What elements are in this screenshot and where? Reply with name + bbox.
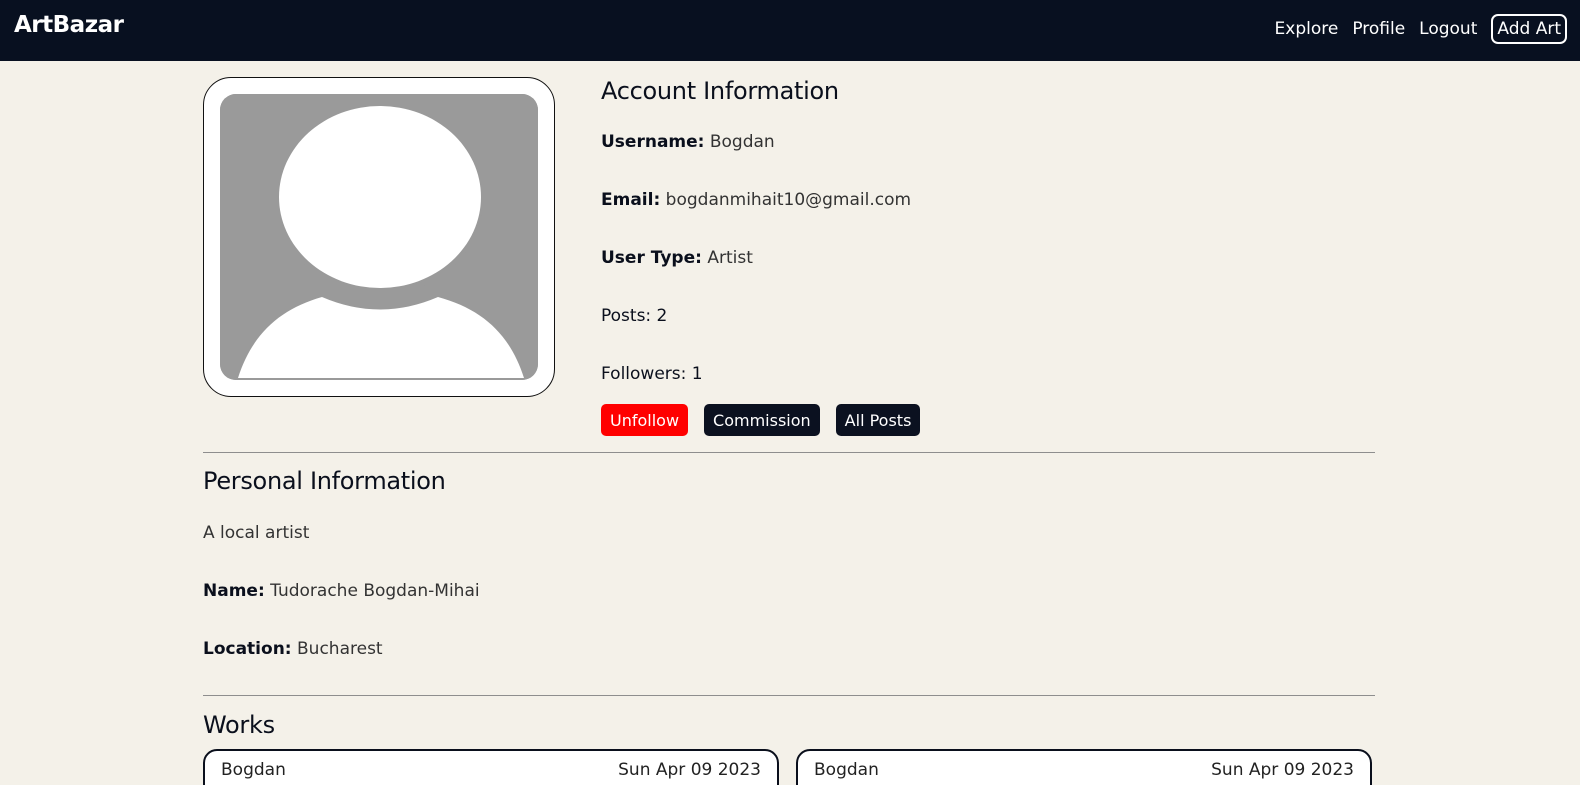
location-value: Bucharest: [297, 639, 383, 659]
nav-links: Explore Profile Logout Add Art: [1275, 14, 1567, 44]
profile-actions: Unfollow Commission All Posts: [601, 404, 936, 436]
avatar-frame: [203, 77, 555, 397]
user-type-label: User Type:: [601, 248, 702, 268]
avatar: [220, 94, 538, 380]
nav-profile-link[interactable]: Profile: [1352, 19, 1405, 39]
name-label: Name:: [203, 581, 265, 601]
personal-title: Personal Information: [203, 467, 446, 495]
navbar: ArtBazar Explore Profile Logout Add Art: [0, 0, 1580, 61]
divider: [203, 695, 1375, 696]
email-row: Email: bogdanmihait10@gmail.com: [601, 190, 911, 210]
nav-logout-link[interactable]: Logout: [1419, 19, 1477, 39]
all-posts-button[interactable]: All Posts: [835, 404, 921, 436]
work-author[interactable]: Bogdan: [221, 760, 286, 780]
bio-text: A local artist: [203, 523, 310, 543]
email-value: bogdanmihait10@gmail.com: [665, 190, 912, 210]
user-type-value: Artist: [707, 248, 753, 268]
brand-logo[interactable]: ArtBazar: [14, 12, 124, 38]
work-date: Sun Apr 09 2023: [1211, 760, 1354, 780]
location-label: Location:: [203, 639, 292, 659]
email-label: Email:: [601, 190, 661, 210]
work-card[interactable]: Bogdan Sun Apr 09 2023: [796, 749, 1372, 785]
work-card[interactable]: Bogdan Sun Apr 09 2023: [203, 749, 779, 785]
username-label: Username:: [601, 132, 705, 152]
work-author[interactable]: Bogdan: [814, 760, 879, 780]
nav-explore-link[interactable]: Explore: [1275, 19, 1339, 39]
username-value: Bogdan: [709, 132, 775, 152]
location-row: Location: Bucharest: [203, 639, 383, 659]
account-title: Account Information: [601, 77, 839, 105]
username-row: Username: Bogdan: [601, 132, 775, 152]
name-value: Tudorache Bogdan-Mihai: [270, 581, 480, 601]
user-type-row: User Type: Artist: [601, 248, 753, 268]
add-art-button[interactable]: Add Art: [1491, 14, 1567, 44]
name-row: Name: Tudorache Bogdan-Mihai: [203, 581, 480, 601]
work-date: Sun Apr 09 2023: [618, 760, 761, 780]
unfollow-button[interactable]: Unfollow: [601, 404, 689, 436]
works-title: Works: [203, 711, 275, 739]
posts-count: Posts: 2: [601, 306, 668, 326]
commission-button[interactable]: Commission: [704, 404, 820, 436]
followers-count: Followers: 1: [601, 364, 703, 384]
default-user-icon: [220, 94, 538, 380]
divider: [203, 452, 1375, 453]
